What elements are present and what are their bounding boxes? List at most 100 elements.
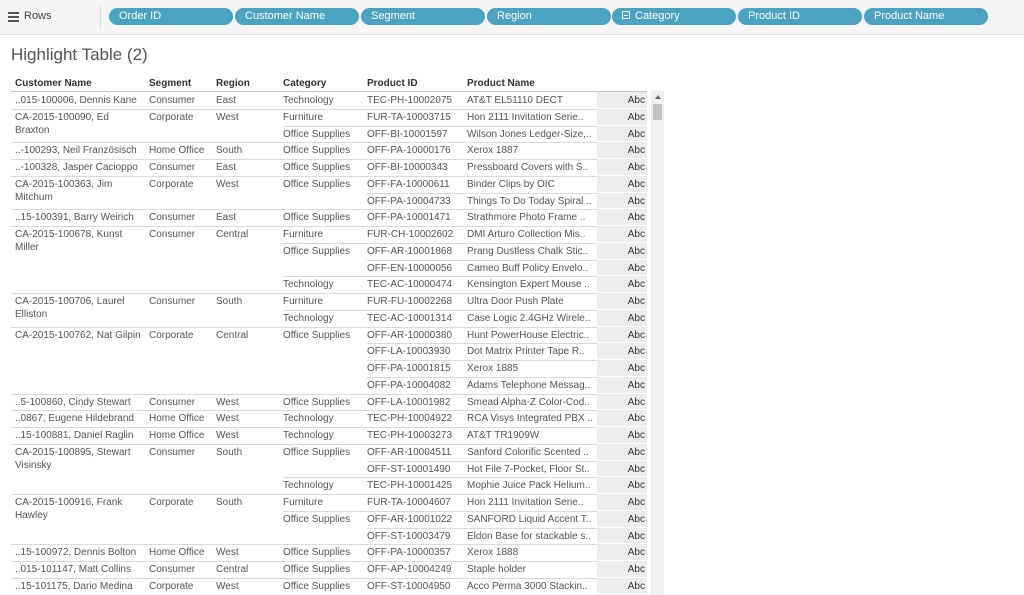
cell-category: Office Supplies xyxy=(283,145,351,157)
row-divider xyxy=(11,142,597,144)
cell-category: Furniture xyxy=(283,296,324,307)
cell-product-name: Hon 2111 Invitation Serie.. xyxy=(467,497,584,508)
cell-product-name: RCA Visys Integrated PBX .. xyxy=(467,413,593,425)
value-abc: Abc xyxy=(627,564,645,575)
cell-product-name: Dot Matrix Printer Tape R.. xyxy=(467,346,585,358)
row-divider xyxy=(11,577,597,579)
cell-segment: Consumer xyxy=(149,396,196,408)
cell-region: West xyxy=(216,580,239,592)
cell-category: Office Supplies xyxy=(283,212,351,224)
vertical-scrollbar[interactable] xyxy=(651,91,664,595)
value-abc: Abc xyxy=(627,95,645,106)
cell-product-id: OFF-ST-10003479 xyxy=(367,530,451,542)
column-header-segment[interactable]: Segment xyxy=(149,78,191,89)
cell-product-id: OFF-PA-10001815 xyxy=(367,363,451,374)
pill-customer-name[interactable]: Customer Name xyxy=(235,8,359,25)
cell-region: South xyxy=(216,145,243,157)
cell-product-name: Smead Alpha-Z Color-Cod.. xyxy=(467,396,590,408)
cell-product-name: Xerox 1885 xyxy=(467,363,519,374)
value-abc: Abc xyxy=(627,212,645,224)
cell-customer: ..015-101147, Matt Collins xyxy=(15,564,131,575)
pill-product-name[interactable]: Product Name xyxy=(864,8,988,25)
cell-product-id: OFF-PA-10004733 xyxy=(367,195,451,207)
worksheet: Highlight Table (2) Customer Name Segment… xyxy=(0,36,1024,595)
rows-list-icon xyxy=(8,12,19,22)
value-abc: Abc xyxy=(627,513,645,525)
pill-region[interactable]: Region xyxy=(487,8,611,25)
row-divider xyxy=(367,259,597,261)
cell-product-id: TEC-PH-10003273 xyxy=(367,430,453,441)
pill-label: Region xyxy=(497,10,532,22)
column-header-product-name[interactable]: Product Name xyxy=(467,78,535,89)
cell-customer: ..5-100860, Cindy Stewart xyxy=(15,396,131,408)
cell-product-name: Hunt PowerHouse Electric.. xyxy=(467,329,590,341)
column-header-category[interactable]: Category xyxy=(283,78,326,89)
row-divider xyxy=(11,561,597,562)
collapse-icon[interactable] xyxy=(622,11,630,19)
cell-customer: CA-2015-100762, Nat Gilpin xyxy=(15,329,141,341)
pill-product-id[interactable]: Product ID xyxy=(738,8,862,25)
row-divider xyxy=(283,309,597,311)
cell-region: Central xyxy=(216,329,249,341)
row-divider xyxy=(11,326,597,328)
row-divider xyxy=(283,125,597,127)
cell-product-name: Hon 2111 Invitation Serie.. xyxy=(467,111,584,123)
cell-product-id: OFF-FA-10000611 xyxy=(367,178,450,190)
cell-region: South xyxy=(216,296,243,307)
cell-product-name: Prang Dustless Chalk Stic.. xyxy=(467,245,589,257)
value-abc: Abc xyxy=(627,279,645,291)
cell-product-id: OFF-LA-10001982 xyxy=(367,396,451,408)
cell-product-name: Kensington Expert Mouse .. xyxy=(467,279,590,291)
row-divider xyxy=(367,360,597,361)
cell-product-id: OFF-EN-10000056 xyxy=(367,262,453,274)
row-divider xyxy=(11,427,597,428)
cell-product-name: Mophie Juice Pack Helium.. xyxy=(467,480,591,492)
value-abc: Abc xyxy=(627,430,645,441)
cell-product-name: Hot File 7-Pocket, Floor St.. xyxy=(467,463,590,475)
pill-label: Product ID xyxy=(748,10,800,22)
cell-segment: Consumer xyxy=(149,446,196,458)
cell-segment: Corporate xyxy=(149,497,194,508)
cell-category: Office Supplies xyxy=(283,162,351,173)
cell-product-id: FUR-TA-10003715 xyxy=(367,111,451,123)
cell-product-name: Staple holder xyxy=(467,564,526,575)
cell-customer: ..15-100391, Barry Weirich xyxy=(15,212,134,224)
pill-category[interactable]: Category xyxy=(612,8,736,25)
value-abc: Abc xyxy=(627,530,645,542)
cell-category: Technology xyxy=(283,413,334,425)
cell-customer: CA-2015-100090, Ed Braxton xyxy=(15,111,109,136)
row-divider xyxy=(11,410,597,412)
value-abc: Abc xyxy=(627,346,645,358)
cell-category: Office Supplies xyxy=(283,564,351,575)
scroll-thumb[interactable] xyxy=(653,104,662,120)
column-header-product-id[interactable]: Product ID xyxy=(367,78,418,89)
value-abc: Abc xyxy=(627,229,645,240)
cell-product-id: OFF-AR-10001868 xyxy=(367,245,453,257)
cell-product-name: Sanford Colorific Scented .. xyxy=(467,446,589,458)
cell-product-id: FUR-FU-10002268 xyxy=(367,296,453,307)
cell-category: Office Supplies xyxy=(283,580,351,592)
cell-segment: Corporate xyxy=(149,111,194,123)
cell-segment: Home Office xyxy=(149,430,205,441)
row-divider xyxy=(11,393,597,395)
pill-order-id[interactable]: Order ID xyxy=(109,8,233,25)
column-header-customer-name[interactable]: Customer Name xyxy=(15,78,92,89)
cell-customer: ..0867, Eugene Hildebrand xyxy=(15,413,134,425)
row-divider xyxy=(367,460,597,462)
cell-region: West xyxy=(216,111,239,123)
column-header-region[interactable]: Region xyxy=(216,78,250,89)
pill-label: Segment xyxy=(371,10,416,22)
cell-region: South xyxy=(216,497,243,508)
cell-category: Office Supplies xyxy=(283,446,351,458)
column-headers: Customer Name Segment Region Category Produc… xyxy=(11,76,651,92)
value-abc: Abc xyxy=(627,413,645,425)
pill-segment[interactable]: Segment xyxy=(361,8,485,25)
cell-product-id: OFF-AP-10004249 xyxy=(367,564,452,575)
scroll-up-arrow-icon[interactable] xyxy=(651,91,664,103)
row-divider xyxy=(283,242,597,244)
cell-segment: Home Office xyxy=(149,413,205,425)
cell-segment: Consumer xyxy=(149,564,196,575)
row-divider xyxy=(11,175,597,177)
cell-segment: Corporate xyxy=(149,329,194,341)
cell-customer: CA-2015-100916, Frank Hawley xyxy=(15,497,123,521)
